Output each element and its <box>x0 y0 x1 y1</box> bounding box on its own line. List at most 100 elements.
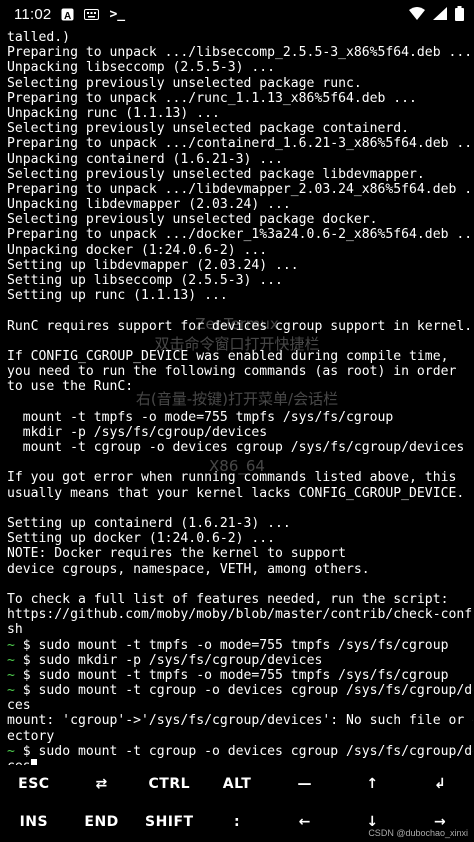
prompt-line: ~ $ sudo mount -t cgroup -o devices cgro… <box>7 683 473 698</box>
output-line: Selecting previously unselected package … <box>7 121 473 136</box>
svg-text:A: A <box>64 11 71 21</box>
line-text: If you got error when running commands l… <box>7 470 457 486</box>
line-text: $ sudo mount -t tmpfs -o mode=755 tmpfs … <box>14 667 449 683</box>
line-text: Preparing to unpack .../containerd_1.6.2… <box>7 136 473 152</box>
line-text: $ sudo mount -t cgroup -o devices cgroup… <box>14 743 473 759</box>
line-text: mkdir -p /sys/fs/cgroup/devices <box>7 424 268 440</box>
output-line: to use the RunC: <box>7 379 473 394</box>
colon-key[interactable]: : <box>203 814 271 830</box>
output-line: Preparing to unpack .../containerd_1.6.2… <box>7 136 473 151</box>
line-text: talled.) <box>7 30 71 45</box>
prompt-tilde: ~ <box>7 683 15 699</box>
output-line: Setting up runc (1.1.13) ... <box>7 288 473 303</box>
dash-key[interactable]: — <box>271 776 339 792</box>
esc-key[interactable]: ESC <box>0 776 68 792</box>
arrow-left-key[interactable]: ← <box>271 814 339 830</box>
prompt-tilde: ~ <box>7 743 15 759</box>
line-text: Preparing to unpack .../libdevmapper_2.0… <box>7 181 473 197</box>
prompt-tilde: ~ <box>7 637 15 653</box>
line-text: you need to run the following commands (… <box>7 364 457 380</box>
line-text: Unpacking docker (1:24.0.6-2) ... <box>7 242 268 258</box>
ins-key[interactable]: INS <box>0 814 68 830</box>
terminal-prompt-icon: >_ <box>109 6 126 22</box>
line-text: Unpacking libdevmapper (2.03.24) ... <box>7 197 291 213</box>
output-line: Unpacking docker (1:24.0.6-2) ... <box>7 243 473 258</box>
line-text: Selecting previously unselected package … <box>7 75 362 91</box>
line-text: RunC requires support for devices cgroup… <box>7 318 473 334</box>
line-text: Setting up libseccomp (2.5.5-3) ... <box>7 273 283 288</box>
output-line: mount -t cgroup -o devices cgroup /sys/f… <box>7 440 473 455</box>
output-line: Setting up docker (1:24.0.6-2) ... <box>7 531 473 546</box>
output-line: If CONFIG_CGROUP_DEVICE was enabled duri… <box>7 349 473 364</box>
line-text: $ sudo mount -t cgroup -o devices cgroup… <box>14 683 473 699</box>
output-line: Preparing to unpack .../runc_1.1.13_x86%… <box>7 91 473 106</box>
line-text: Preparing to unpack .../docker_1%3a24.0.… <box>7 227 473 243</box>
line-text: NOTE: Docker requires the kernel to supp… <box>7 546 346 562</box>
prompt-tilde: ~ <box>7 652 15 668</box>
line-text: device cgroups, namespace, VETH, among o… <box>7 561 370 577</box>
signal-icon <box>433 7 447 25</box>
line-text: usually means that your kernel lacks CON… <box>7 485 465 501</box>
line-text: https://github.com/moby/moby/blob/master… <box>7 607 473 623</box>
output-line: Selecting previously unselected package … <box>7 167 473 182</box>
terminal-output[interactable]: talled.) Preparing to unpack .../libsecco… <box>7 30 473 765</box>
output-line: ectory <box>7 729 473 744</box>
line-text: sh <box>7 622 23 638</box>
font-app-icon: A <box>61 8 74 21</box>
prompt-line: ~ $ sudo mount -t tmpfs -o mode=755 tmpf… <box>7 668 473 683</box>
line-text: Setting up libdevmapper (2.03.24) ... <box>7 257 299 273</box>
line-text: mount -t tmpfs -o mode=755 tmpfs /sys/fs… <box>7 409 394 425</box>
output-line: ces <box>7 698 473 713</box>
line-text: Setting up runc (1.1.13) ... <box>7 288 228 304</box>
prompt-tilde: ~ <box>7 667 15 683</box>
end-key[interactable]: END <box>68 814 136 830</box>
output-line: mount -t tmpfs -o mode=755 tmpfs /sys/fs… <box>7 410 473 425</box>
tab-key[interactable]: ⇄ <box>68 776 136 792</box>
shift-key[interactable]: SHIFT <box>135 814 203 830</box>
line-text: Unpacking containerd (1.6.21-3) ... <box>7 151 283 167</box>
line-text: Selecting previously unselected package … <box>7 212 378 228</box>
output-line: If you got error when running commands l… <box>7 470 473 485</box>
line-text: If CONFIG_CGROUP_DEVICE was enabled duri… <box>7 348 449 364</box>
prompt-line: ~ $ sudo mount -t tmpfs -o mode=755 tmpf… <box>7 638 473 653</box>
output-line: RunC requires support for devices cgroup… <box>7 319 473 334</box>
arrow-up-key[interactable]: ↑ <box>339 776 407 792</box>
line-text: Preparing to unpack .../libseccomp_2.5.5… <box>7 45 473 61</box>
output-line: Selecting previously unselected package … <box>7 76 473 91</box>
output-line: https://github.com/moby/moby/blob/master… <box>7 607 473 622</box>
line-text: mount: 'cgroup'->'/sys/fs/cgroup/devices… <box>7 713 473 729</box>
enter-key[interactable]: ↲ <box>406 776 474 792</box>
output-line: mount: 'cgroup'->'/sys/fs/cgroup/devices… <box>7 713 473 728</box>
line-text: to use the RunC: <box>7 379 134 395</box>
line-text: Unpacking libseccomp (2.5.5-3) ... <box>7 60 276 76</box>
line-text: $ sudo mkdir -p /sys/fs/cgroup/devices <box>14 652 323 668</box>
line-text: Setting up containerd (1.6.21-3) ... <box>7 516 291 531</box>
output-line: you need to run the following commands (… <box>7 364 473 379</box>
output-line: Preparing to unpack .../libseccomp_2.5.5… <box>7 45 473 60</box>
output-line: Preparing to unpack .../docker_1%3a24.0.… <box>7 227 473 242</box>
output-line: Setting up containerd (1.6.21-3) ... <box>7 516 473 531</box>
output-line: mkdir -p /sys/fs/cgroup/devices <box>7 425 473 440</box>
line-text: Setting up docker (1:24.0.6-2) ... <box>7 531 276 547</box>
output-line: Unpacking runc (1.1.13) ... <box>7 106 473 121</box>
wifi-icon <box>409 7 425 25</box>
output-line: Setting up libseccomp (2.5.5-3) ... <box>7 273 473 288</box>
keyboard-icon <box>84 8 100 20</box>
alt-key[interactable]: ALT <box>203 776 271 792</box>
ctrl-key[interactable]: CTRL <box>135 776 203 792</box>
output-line: usually means that your kernel lacks CON… <box>7 486 473 501</box>
output-line: Unpacking containerd (1.6.21-3) ... <box>7 152 473 167</box>
output-line: NOTE: Docker requires the kernel to supp… <box>7 546 473 561</box>
output-line: talled.) <box>7 30 473 45</box>
extra-keys-row-1: ESC ⇄ CTRL ALT — ↑ ↲ <box>0 765 474 803</box>
output-line: Selecting previously unselected package … <box>7 212 473 227</box>
output-line: Setting up libdevmapper (2.03.24) ... <box>7 258 473 273</box>
csdn-watermark: CSDN @dubochao_xinxi <box>368 828 468 838</box>
line-text: Preparing to unpack .../runc_1.1.13_x86%… <box>7 90 417 106</box>
